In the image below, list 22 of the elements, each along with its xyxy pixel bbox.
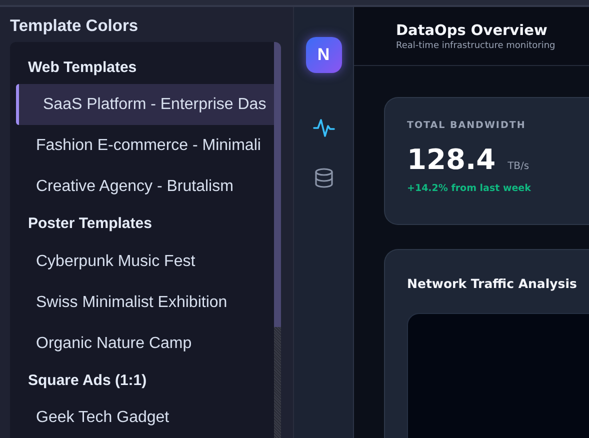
database-icon[interactable] — [312, 167, 334, 189]
chart-title: Network Traffic Analysis — [407, 276, 578, 291]
stat-change: +14.2% from last week — [407, 183, 532, 194]
template-item[interactable]: Creative Agency - Brutalism — [16, 166, 274, 208]
group-header: Web Templates — [27, 58, 138, 78]
scrollbar[interactable] — [274, 42, 281, 438]
app-logo[interactable]: N — [306, 37, 342, 73]
group-header: Poster Templates — [27, 214, 153, 234]
template-item[interactable]: Cyberpunk Music Fest — [16, 240, 274, 282]
template-item[interactable]: Swiss Minimalist Exhibition — [16, 282, 274, 323]
panel-title: Template Colors — [10, 17, 140, 36]
page-title: DataOps Overview — [396, 23, 548, 39]
page-subtitle: Real-time infrastructure monitoring — [396, 41, 556, 51]
stat-value: 128.4 — [407, 143, 496, 176]
template-item[interactable]: SaaS Platform - Enterprise Das — [16, 84, 274, 126]
group-header: Square Ads (1:1) — [27, 370, 148, 391]
template-item[interactable]: Fashion E-commerce - Minimali — [16, 125, 274, 166]
template-item[interactable]: Organic Nature Camp — [16, 322, 274, 364]
stat-unit: TB/s — [508, 161, 530, 172]
activity-icon[interactable] — [312, 117, 334, 139]
stat-label: TOTAL BANDWIDTH — [407, 120, 527, 131]
template-item[interactable]: Geek Tech Gadget — [16, 396, 274, 438]
